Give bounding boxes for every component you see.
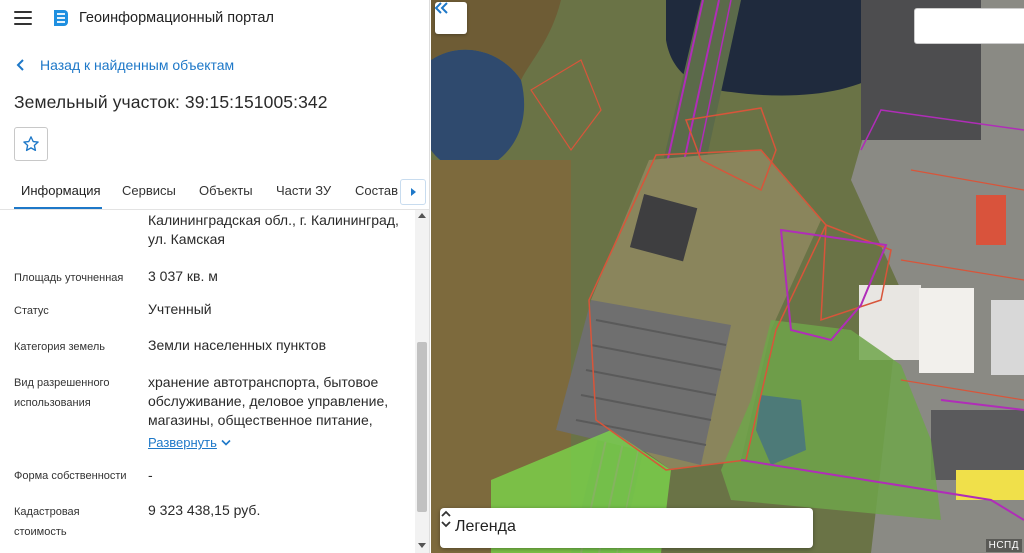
tab-composition[interactable]: Состав <box>355 183 398 198</box>
satellite-map[interactable] <box>431 0 1024 553</box>
scroll-up-icon[interactable] <box>418 213 426 218</box>
cadastral-value: 9 323 438,15 руб. <box>148 502 261 518</box>
area-value: 3 037 кв. м <box>148 268 218 284</box>
scroll-down-icon[interactable] <box>418 543 426 548</box>
use-value: хранение автотранспорта, бытовое обслужи… <box>148 374 389 428</box>
ownership-value: - <box>148 467 153 483</box>
favorite-button[interactable] <box>14 127 48 161</box>
back-link[interactable]: Назад к найденным объектам <box>16 57 234 73</box>
tab-parts[interactable]: Части ЗУ <box>276 183 331 198</box>
category-label: Категория земель <box>14 341 105 353</box>
use-label: Вид разрешенного использования <box>14 377 110 409</box>
chevron-down-icon[interactable] <box>221 439 231 447</box>
tabs-scroll-right-button[interactable] <box>400 179 426 205</box>
active-tab-indicator <box>14 207 102 209</box>
scroll-thumb[interactable] <box>417 342 427 512</box>
collapse-panel-button[interactable] <box>435 2 467 34</box>
map-search-box[interactable] <box>914 8 1024 44</box>
back-link-label: Назад к найденным объектам <box>40 57 235 73</box>
object-title: Земельный участок: 39:15:151005:342 <box>14 92 328 112</box>
address-value: Калининградская обл., г. Калининград, ул… <box>148 212 399 247</box>
ownership-label: Форма собственности <box>14 470 127 482</box>
legend-label: Легенда <box>455 518 516 535</box>
updown-icon <box>441 510 451 528</box>
status-value: Учтенный <box>148 301 212 317</box>
chevron-right-icon <box>411 188 416 196</box>
legend-dropdown[interactable]: Легенда <box>440 508 813 548</box>
tab-objects[interactable]: Объекты <box>199 183 253 198</box>
cadastral-label: Кадастровая стоимость <box>14 506 80 538</box>
app-title: Геоинформационный портал <box>79 10 274 26</box>
area-label: Площадь уточненная <box>14 272 124 284</box>
tab-info[interactable]: Информация <box>21 183 101 198</box>
status-label: Статус <box>14 305 49 317</box>
portal-logo-icon <box>54 10 68 26</box>
menu-icon[interactable] <box>14 11 32 25</box>
chevron-left-icon <box>16 59 24 71</box>
map-attribution: НСПД <box>985 539 1022 552</box>
side-panel: Геоинформационный портал Назад к найденн… <box>0 0 430 553</box>
star-icon <box>23 136 39 152</box>
tab-services[interactable]: Сервисы <box>122 183 176 198</box>
category-value: Земли населенных пунктов <box>148 337 327 353</box>
tab-bar: Информация Сервисы Объекты Части ЗУ Сост… <box>0 174 429 210</box>
details-list: Калининградская обл., г. Калининград, ул… <box>0 210 414 553</box>
expand-link[interactable]: Развернуть <box>148 435 217 450</box>
top-bar: Геоинформационный портал <box>0 0 429 36</box>
details-scrollbar[interactable] <box>415 210 429 553</box>
map-view[interactable]: Легенда НСПД <box>431 0 1024 553</box>
double-chevron-left-icon <box>435 2 448 14</box>
